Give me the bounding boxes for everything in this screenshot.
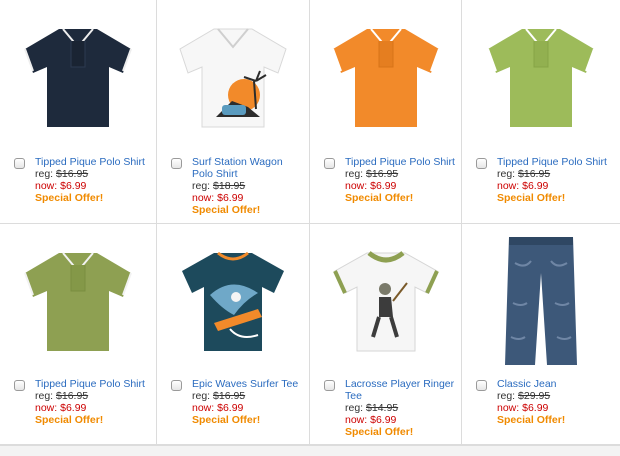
regular-price: reg: $16.95 — [345, 168, 399, 180]
compare-checkbox[interactable] — [476, 380, 487, 391]
regular-price: reg: $29.95 — [497, 390, 551, 402]
regular-price: reg: $14.95 — [345, 402, 399, 414]
product-image[interactable] — [157, 8, 309, 146]
regular-price: reg: $16.95 — [35, 390, 89, 402]
product-info: Tipped Pique Polo Shirt reg: $16.95 now:… — [35, 378, 152, 426]
product-card: Tipped Pique Polo Shirt reg: $16.95 now:… — [310, 0, 462, 224]
special-offer-link[interactable]: Special Offer! — [497, 414, 616, 426]
navy-polo-icon — [24, 28, 132, 127]
product-info: Tipped Pique Polo Shirt reg: $16.95 now:… — [35, 156, 152, 204]
product-image[interactable] — [310, 8, 461, 146]
white-surf-polo-icon — [179, 28, 287, 128]
product-info: Tipped Pique Polo Shirt reg: $16.95 now:… — [345, 156, 457, 204]
product-info: Surf Station Wagon Polo Shirt reg: $18.9… — [192, 156, 305, 216]
product-name-link[interactable]: Tipped Pique Polo Shirt — [345, 156, 457, 168]
product-image[interactable] — [0, 232, 156, 370]
special-offer-link[interactable]: Special Offer! — [35, 414, 152, 426]
product-card: Lacrosse Player Ringer Tee reg: $14.95 n… — [310, 224, 462, 445]
product-card: Epic Waves Surfer Tee reg: $16.95 now: $… — [157, 224, 310, 445]
product-image[interactable] — [157, 232, 309, 370]
special-offer-link[interactable]: Special Offer! — [35, 192, 152, 204]
special-offer-link[interactable]: Special Offer! — [345, 192, 457, 204]
sale-price: now: $6.99 — [345, 180, 397, 192]
green-polo-icon — [487, 28, 595, 127]
product-name-link[interactable]: Classic Jean — [497, 378, 616, 390]
footer-strip — [0, 445, 620, 456]
product-info: Epic Waves Surfer Tee reg: $16.95 now: $… — [192, 378, 305, 426]
sale-price: now: $6.99 — [35, 402, 87, 414]
product-image[interactable] — [462, 232, 620, 370]
denim-jean-icon — [505, 237, 577, 365]
product-name-link[interactable]: Tipped Pique Polo Shirt — [35, 378, 152, 390]
compare-checkbox[interactable] — [476, 158, 487, 169]
compare-checkbox[interactable] — [324, 158, 335, 169]
special-offer-link[interactable]: Special Offer! — [497, 192, 616, 204]
teal-surfer-tee-icon — [182, 251, 284, 351]
compare-checkbox[interactable] — [171, 158, 182, 169]
sale-price: now: $6.99 — [192, 192, 244, 204]
compare-checkbox[interactable] — [14, 380, 25, 391]
product-info: Classic Jean reg: $29.95 now: $6.99 Spec… — [497, 378, 616, 426]
special-offer-link[interactable]: Special Offer! — [192, 204, 305, 216]
sale-price: now: $6.99 — [497, 402, 549, 414]
orange-polo-icon — [331, 28, 440, 127]
compare-checkbox[interactable] — [171, 380, 182, 391]
sale-price: now: $6.99 — [192, 402, 244, 414]
regular-price: reg: $16.95 — [497, 168, 551, 180]
sale-price: now: $6.99 — [497, 180, 549, 192]
product-name-link[interactable]: Epic Waves Surfer Tee — [192, 378, 305, 390]
product-name-link[interactable]: Tipped Pique Polo Shirt — [35, 156, 152, 168]
product-image[interactable] — [310, 232, 461, 370]
sale-price: now: $6.99 — [345, 414, 397, 426]
special-offer-link[interactable]: Special Offer! — [345, 426, 457, 438]
product-info: Tipped Pique Polo Shirt reg: $16.95 now:… — [497, 156, 616, 204]
white-lacrosse-tee-icon — [332, 250, 439, 352]
regular-price: reg: $16.95 — [192, 390, 246, 402]
product-name-link[interactable]: Surf Station Wagon Polo Shirt — [192, 156, 305, 180]
regular-price: reg: $16.95 — [35, 168, 89, 180]
product-card: Tipped Pique Polo Shirt reg: $16.95 now:… — [0, 0, 157, 224]
olive-polo-icon — [24, 252, 132, 351]
product-card: Tipped Pique Polo Shirt reg: $16.95 now:… — [0, 224, 157, 445]
product-grid: Tipped Pique Polo Shirt reg: $16.95 now:… — [0, 0, 620, 456]
product-name-link[interactable]: Lacrosse Player Ringer Tee — [345, 378, 457, 402]
special-offer-link[interactable]: Special Offer! — [192, 414, 305, 426]
product-name-link[interactable]: Tipped Pique Polo Shirt — [497, 156, 616, 168]
product-image[interactable] — [0, 8, 156, 146]
compare-checkbox[interactable] — [324, 380, 335, 391]
regular-price: reg: $18.95 — [192, 180, 246, 192]
sale-price: now: $6.99 — [35, 180, 87, 192]
product-card: Tipped Pique Polo Shirt reg: $16.95 now:… — [462, 0, 620, 224]
product-info: Lacrosse Player Ringer Tee reg: $14.95 n… — [345, 378, 457, 438]
product-image[interactable] — [462, 8, 620, 146]
product-card: Classic Jean reg: $29.95 now: $6.99 Spec… — [462, 224, 620, 445]
product-card: Surf Station Wagon Polo Shirt reg: $18.9… — [157, 0, 310, 224]
compare-checkbox[interactable] — [14, 158, 25, 169]
